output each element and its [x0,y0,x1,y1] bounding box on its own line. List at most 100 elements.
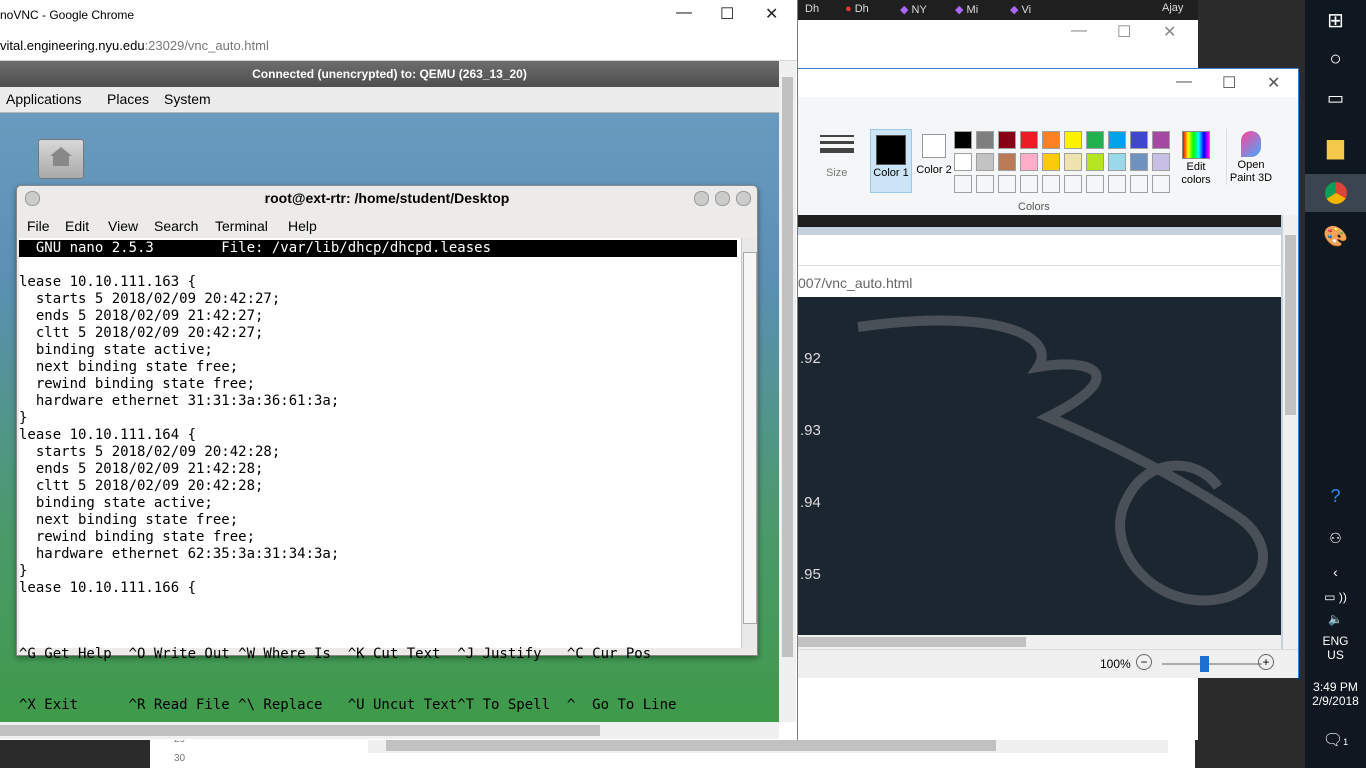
network-icon[interactable]: ▭ )) [1305,590,1366,604]
scrollbar-thumb[interactable] [743,252,757,624]
minimize-icon[interactable] [694,191,709,206]
color-swatch[interactable] [1152,153,1170,171]
maximize-icon[interactable]: ☐ [1117,22,1131,42]
minimize-icon[interactable]: — [676,4,692,22]
color-swatch-empty[interactable] [1086,175,1104,193]
color-swatch[interactable] [1020,131,1038,149]
help-icon[interactable]: ? [1305,486,1366,507]
scrollbar-thumb[interactable] [1285,235,1296,415]
notification-icon[interactable]: 🗨1 [1305,730,1366,750]
color-swatch-empty[interactable] [976,175,994,193]
color-swatch[interactable] [998,131,1016,149]
menu-terminal[interactable]: Terminal [215,218,268,234]
people-icon[interactable]: ⚇ [1305,530,1366,547]
file-explorer-icon[interactable]: ▆ [1305,134,1366,160]
zoom-slider-thumb[interactable] [1200,656,1209,672]
tab[interactable]: ◆ Vi [1010,3,1060,19]
start-icon[interactable]: ⊞ [1305,8,1366,33]
menu-help[interactable]: Help [288,218,317,234]
address-bar[interactable]: vital.engineering.nyu.edu:23029/vnc_auto… [0,32,797,61]
terminal-content[interactable]: GNU nano 2.5.3 File: /var/lib/dhcp/dhcpd… [19,238,741,713]
maximize-icon[interactable] [715,191,730,206]
maximize-icon[interactable]: ☐ [720,4,734,24]
color-swatch[interactable] [1130,153,1148,171]
color-swatch[interactable] [1020,153,1038,171]
tab[interactable]: ◆ NY [900,3,950,19]
color2-button[interactable]: Color 2 [914,129,954,191]
color-swatch[interactable] [1108,131,1126,149]
color-swatch[interactable] [1086,131,1104,149]
menu-search[interactable]: Search [154,218,198,234]
inner-url: 007/vnc_auto.html [798,275,913,291]
color-swatch-empty[interactable] [954,175,972,193]
line-number: 30 [174,753,186,764]
scrollbar-thumb[interactable] [782,77,793,657]
color-swatch-empty[interactable] [1042,175,1060,193]
paint-vscrollbar[interactable] [1283,215,1298,649]
applications-menu[interactable]: Applications [6,91,82,107]
terminal-scrollbar[interactable] [741,238,757,648]
menu-view[interactable]: View [108,218,138,234]
file-line: hardware ethernet 62:35:3a:31:34:3a; [19,546,340,562]
color-swatch[interactable] [976,131,994,149]
page-vscrollbar[interactable] [779,61,796,722]
tab-strip: Dh ● Dh ◆ NY ◆ Mi ◆ Vi Ajay [795,0,1198,20]
tab[interactable]: ◆ Mi [955,3,1005,19]
system-menu[interactable]: System [164,91,211,107]
file-line: lease 10.10.111.163 { [19,274,197,290]
menu-edit[interactable]: Edit [65,218,89,234]
zoom-out-icon[interactable]: − [1136,654,1152,670]
url-text[interactable]: vital.engineering.nyu.edu:23029/vnc_auto… [0,38,269,53]
chevron-left-icon[interactable]: ‹ [1305,564,1366,580]
paint-canvas-area[interactable]: 007/vnc_auto.html .92 .93 .94 .95 .96 [798,215,1298,659]
color-swatch-empty[interactable] [1108,175,1126,193]
home-folder-icon[interactable] [38,139,84,179]
places-menu[interactable]: Places [107,91,149,107]
inner-hscrollbar[interactable] [798,635,1281,649]
color-swatch[interactable] [1064,131,1082,149]
volume-icon[interactable]: 🔈 [1305,612,1366,626]
paint-taskbar-icon[interactable]: 🎨 [1305,224,1366,249]
color-swatch[interactable] [1108,153,1126,171]
close-icon[interactable] [736,191,751,206]
color-swatch[interactable] [1086,153,1104,171]
color-swatch[interactable] [998,153,1016,171]
color-swatch[interactable] [1042,153,1060,171]
clock[interactable]: 3:49 PM 2/9/2018 [1305,680,1366,708]
close-icon[interactable]: ✕ [1267,73,1280,93]
close-icon[interactable]: ✕ [765,4,778,24]
cortana-icon[interactable]: ○ [1305,48,1366,71]
color1-button[interactable]: Color 1 [870,129,912,193]
color-swatch[interactable] [1152,131,1170,149]
language-indicator[interactable]: ENG US [1305,634,1366,662]
color-swatch[interactable] [954,131,972,149]
open-paint3d-button[interactable]: Open Paint 3D [1226,129,1275,185]
color-swatch-empty[interactable] [1064,175,1082,193]
chrome-taskbar-icon[interactable] [1305,174,1366,212]
color-swatch[interactable] [1130,131,1148,149]
kali-desktop-image: .92 .93 .94 .95 .96 [798,297,1281,655]
scrollbar-thumb[interactable] [798,637,1026,647]
color-swatch[interactable] [1042,131,1060,149]
task-view-icon[interactable]: ▭ [1305,88,1366,109]
menu-file[interactable]: File [27,218,50,234]
color-swatch-empty[interactable] [1020,175,1038,193]
color-swatch-empty[interactable] [998,175,1016,193]
profile-name[interactable]: Ajay [1162,2,1183,14]
tab[interactable]: Dh [805,3,845,19]
close-icon[interactable]: ✕ [1163,22,1176,42]
maximize-icon[interactable]: ☐ [1222,73,1236,93]
color-swatch[interactable] [954,153,972,171]
tab[interactable]: ● Dh [845,3,895,19]
color-swatch-empty[interactable] [1152,175,1170,193]
zoom-in-icon[interactable]: + [1258,654,1274,670]
color-swatch-empty[interactable] [1130,175,1148,193]
color-swatch[interactable] [976,153,994,171]
edit-colors-button[interactable]: Edit colors [1178,129,1214,187]
zoom-slider[interactable] [1162,656,1262,672]
edit-colors-icon [1182,131,1210,159]
color-swatch[interactable] [1064,153,1082,171]
minimize-icon[interactable]: — [1071,22,1087,40]
minimize-icon[interactable]: — [1176,73,1192,91]
size-icon[interactable] [820,131,854,161]
